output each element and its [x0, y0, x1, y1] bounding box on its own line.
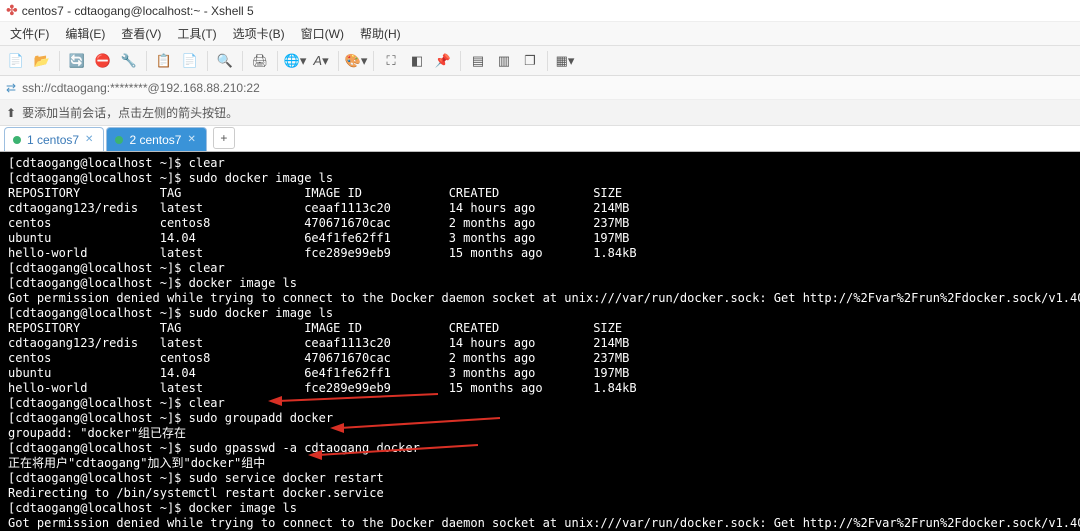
- layout-button[interactable]: ▦▾: [553, 49, 577, 73]
- terminal[interactable]: [cdtaogang@localhost ~]$ clear [cdtaogan…: [0, 152, 1080, 531]
- always-on-top-button[interactable]: 📌: [431, 49, 455, 73]
- separator: [59, 51, 60, 71]
- app-logo-icon: ✤: [6, 2, 18, 19]
- terminal-line: hello-world latest fce289e99eb9 15 month…: [8, 246, 1072, 261]
- terminal-line: [cdtaogang@localhost ~]$ sudo gpasswd -a…: [8, 441, 1072, 456]
- terminal-line: [cdtaogang@localhost ~]$ sudo service do…: [8, 471, 1072, 486]
- menu-view[interactable]: 查看(V): [117, 23, 165, 44]
- encoding-button[interactable]: 🌐▾: [283, 49, 307, 73]
- terminal-line: [cdtaogang@localhost ~]$ docker image ls: [8, 276, 1072, 291]
- separator: [460, 51, 461, 71]
- add-tab-button[interactable]: +: [213, 127, 235, 149]
- menu-file[interactable]: 文件(F): [6, 23, 53, 44]
- separator: [338, 51, 339, 71]
- hint-text: 要添加当前会话，点击左侧的箭头按钮。: [22, 104, 238, 121]
- menu-help[interactable]: 帮助(H): [356, 23, 405, 44]
- separator: [373, 51, 374, 71]
- close-icon[interactable]: ✕: [85, 134, 93, 145]
- print-button[interactable]: 🖨: [248, 49, 272, 73]
- add-session-icon[interactable]: ⬆: [6, 106, 16, 120]
- ssh-address[interactable]: ssh://cdtaogang:********@192.168.88.210:…: [22, 81, 260, 95]
- menu-tools[interactable]: 工具(T): [173, 23, 220, 44]
- status-dot-icon: [13, 136, 21, 144]
- menu-bar: 文件(F) 编辑(E) 查看(V) 工具(T) 选项卡(B) 窗口(W) 帮助(…: [0, 22, 1080, 46]
- tile-horizontal-button[interactable]: ▤: [466, 49, 490, 73]
- tab-label: 2 centos7: [129, 133, 181, 147]
- tab-centos7-2[interactable]: 2 centos7 ✕: [106, 127, 206, 151]
- toolbar: 📄 📂 🔄 ⛔ 🔧 📋 📄 🔍 🖨 🌐▾ A▾ 🎨▾ ⛶ ◧ 📌 ▤ ▥ ❐ ▦…: [0, 46, 1080, 76]
- font-button[interactable]: A▾: [309, 49, 333, 73]
- tile-vertical-button[interactable]: ▥: [492, 49, 516, 73]
- tab-label: 1 centos7: [27, 133, 79, 147]
- tab-strip: 1 centos7 ✕ 2 centos7 ✕ +: [0, 126, 1080, 152]
- color-button[interactable]: 🎨▾: [344, 49, 368, 73]
- terminal-line: [cdtaogang@localhost ~]$ docker image ls: [8, 501, 1072, 516]
- tab-centos7-1[interactable]: 1 centos7 ✕: [4, 127, 104, 151]
- protocol-icon[interactable]: ⇄: [6, 81, 16, 95]
- close-icon[interactable]: ✕: [187, 134, 195, 145]
- copy-button[interactable]: 📋: [152, 49, 176, 73]
- terminal-line: [cdtaogang@localhost ~]$ sudo docker ima…: [8, 171, 1072, 186]
- open-button[interactable]: 📂: [30, 49, 54, 73]
- terminal-line: [cdtaogang@localhost ~]$ sudo docker ima…: [8, 306, 1072, 321]
- status-dot-icon: [115, 136, 123, 144]
- titlebar: ✤ centos7 - cdtaogang@localhost:~ - Xshe…: [0, 0, 1080, 22]
- disconnect-button[interactable]: ⛔: [91, 49, 115, 73]
- terminal-line: Got permission denied while trying to co…: [8, 516, 1072, 531]
- terminal-line: Got permission denied while trying to co…: [8, 291, 1072, 306]
- menu-edit[interactable]: 编辑(E): [61, 23, 109, 44]
- terminal-line: REPOSITORY TAG IMAGE ID CREATED SIZE: [8, 186, 1072, 201]
- terminal-line: [cdtaogang@localhost ~]$ clear: [8, 396, 1072, 411]
- terminal-line: cdtaogang123/redis latest ceaaf1113c20 1…: [8, 336, 1072, 351]
- terminal-line: [cdtaogang@localhost ~]$ sudo groupadd d…: [8, 411, 1072, 426]
- terminal-line: REPOSITORY TAG IMAGE ID CREATED SIZE: [8, 321, 1072, 336]
- address-bar: ⇄ ssh://cdtaogang:********@192.168.88.21…: [0, 76, 1080, 100]
- paste-button[interactable]: 📄: [178, 49, 202, 73]
- separator: [547, 51, 548, 71]
- reconnect-button[interactable]: 🔄: [65, 49, 89, 73]
- terminal-line: Redirecting to /bin/systemctl restart do…: [8, 486, 1072, 501]
- terminal-line: centos centos8 470671670cac 2 months ago…: [8, 351, 1072, 366]
- find-button[interactable]: 🔍: [213, 49, 237, 73]
- separator: [207, 51, 208, 71]
- terminal-line: cdtaogang123/redis latest ceaaf1113c20 1…: [8, 201, 1072, 216]
- terminal-line: centos centos8 470671670cac 2 months ago…: [8, 216, 1072, 231]
- window-title: centos7 - cdtaogang@localhost:~ - Xshell…: [22, 4, 254, 18]
- terminal-line: [cdtaogang@localhost ~]$ clear: [8, 261, 1072, 276]
- menu-window[interactable]: 窗口(W): [297, 23, 348, 44]
- cascade-button[interactable]: ❐: [518, 49, 542, 73]
- new-button[interactable]: 📄: [4, 49, 28, 73]
- hint-bar: ⬆ 要添加当前会话，点击左侧的箭头按钮。: [0, 100, 1080, 126]
- terminal-line: [cdtaogang@localhost ~]$ clear: [8, 156, 1072, 171]
- menu-tabs[interactable]: 选项卡(B): [229, 23, 289, 44]
- terminal-line: ubuntu 14.04 6e4f1fe62ff1 3 months ago 1…: [8, 231, 1072, 246]
- properties-button[interactable]: 🔧: [117, 49, 141, 73]
- transparent-button[interactable]: ◧: [405, 49, 429, 73]
- separator: [242, 51, 243, 71]
- separator: [146, 51, 147, 71]
- terminal-line: 正在将用户"cdtaogang"加入到"docker"组中: [8, 456, 1072, 471]
- terminal-line: hello-world latest fce289e99eb9 15 month…: [8, 381, 1072, 396]
- terminal-line: groupadd: "docker"组已存在: [8, 426, 1072, 441]
- separator: [277, 51, 278, 71]
- fullscreen-button[interactable]: ⛶: [379, 49, 403, 73]
- terminal-line: ubuntu 14.04 6e4f1fe62ff1 3 months ago 1…: [8, 366, 1072, 381]
